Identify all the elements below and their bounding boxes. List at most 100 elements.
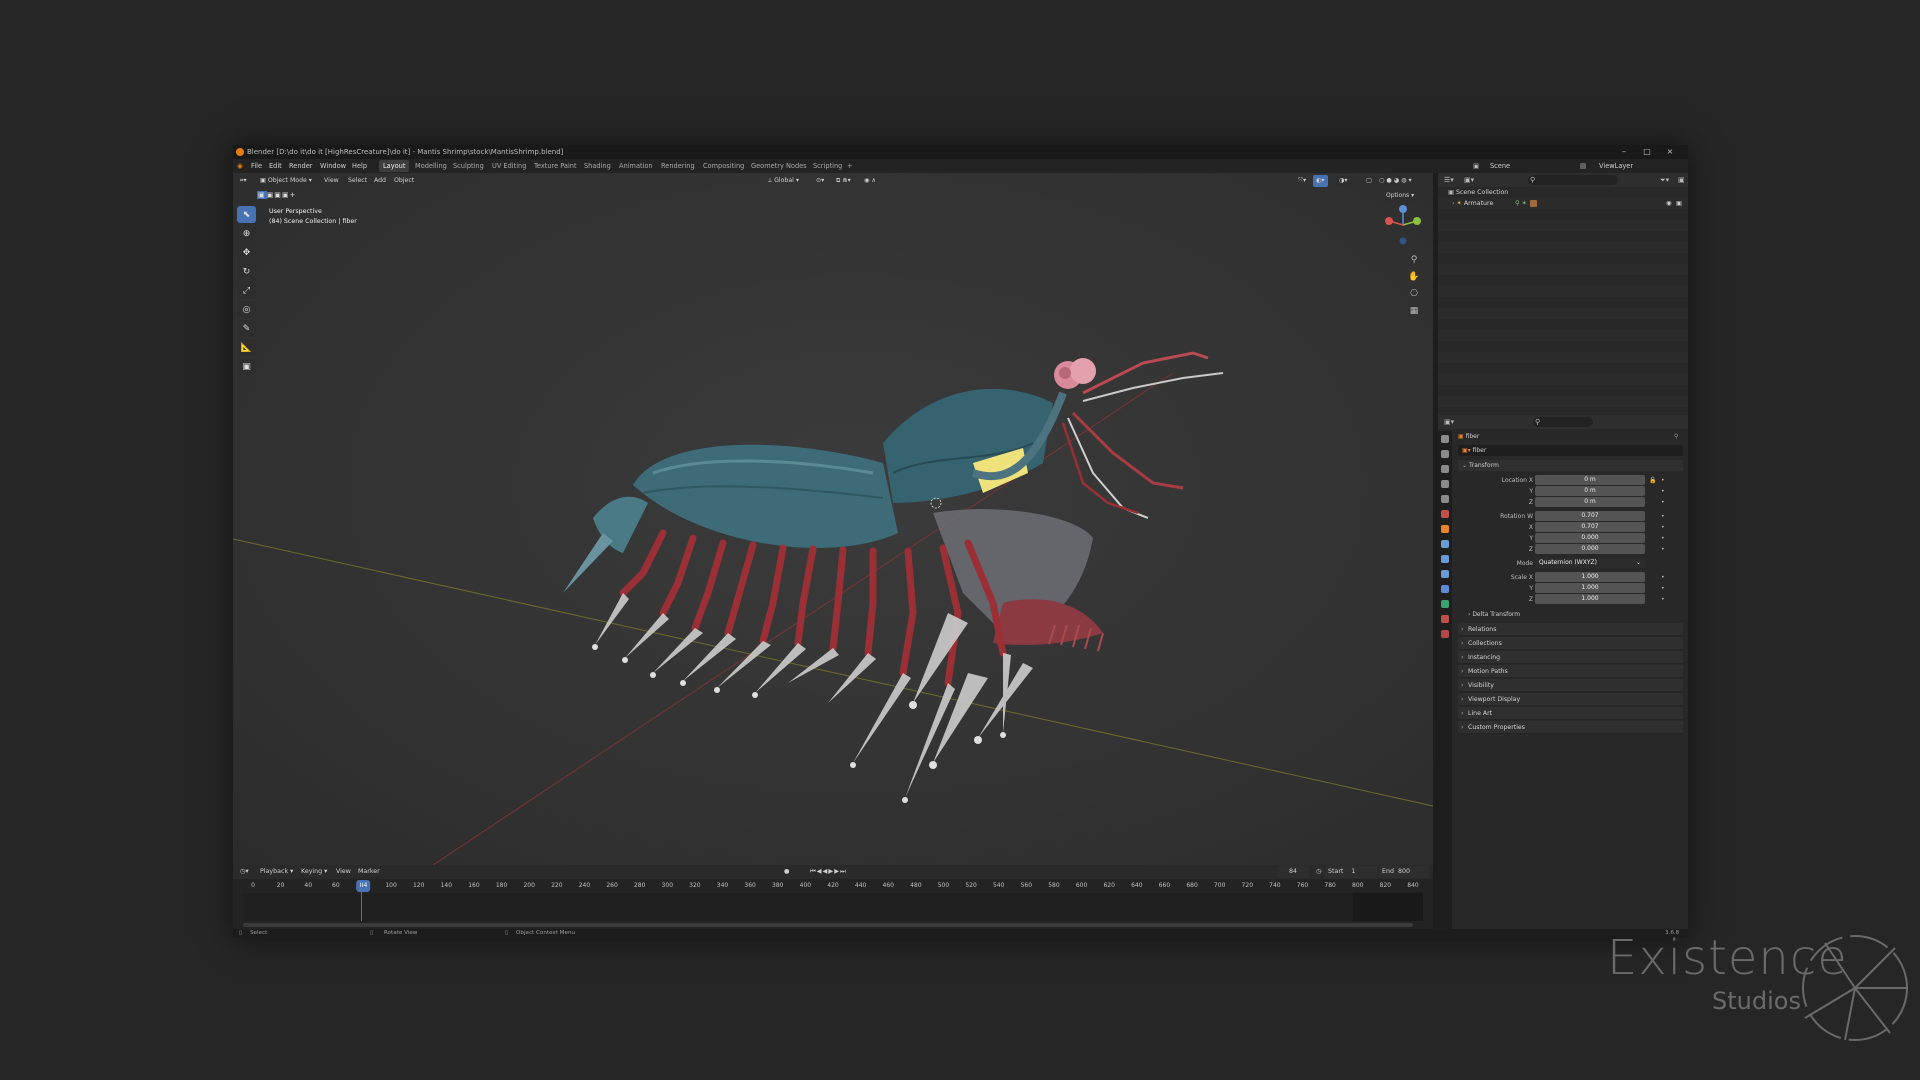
tab-animation[interactable]: Animation: [615, 160, 657, 172]
panel-line-art[interactable]: Line Art: [1458, 707, 1683, 720]
menu-keying[interactable]: Keying ▾: [298, 866, 330, 878]
lock-icon[interactable]: 🔓: [1649, 475, 1656, 484]
properties-search-input[interactable]: [1533, 417, 1593, 427]
render-tab-icon[interactable]: [1441, 450, 1449, 458]
close-button[interactable]: ×: [1661, 145, 1679, 159]
minimize-button[interactable]: –: [1615, 145, 1633, 159]
render-camera-icon[interactable]: ▣: [1676, 198, 1682, 209]
panel-motion-paths[interactable]: Motion Paths: [1458, 665, 1683, 678]
display-mode-icon[interactable]: ▣▾: [1464, 173, 1474, 187]
outliner[interactable]: ☰▾ ▣▾ ⚲ ⏷▾ ▣ ▣ Scene Collection › ✶ Arma…: [1438, 173, 1688, 430]
location-z-field[interactable]: 0 m: [1535, 497, 1645, 507]
keyframe-dot-icon[interactable]: •: [1661, 544, 1668, 553]
scale-z-field[interactable]: 1.000: [1535, 594, 1645, 604]
add-workspace-button[interactable]: +: [843, 160, 857, 172]
menu-file[interactable]: File: [251, 159, 262, 173]
outliner-search-input[interactable]: [1528, 175, 1618, 185]
tab-layout[interactable]: Layout: [379, 160, 410, 172]
new-collection-icon[interactable]: ▣: [1678, 173, 1685, 187]
pin-icon[interactable]: ⚲: [1674, 431, 1678, 442]
view-layer-tab-icon[interactable]: [1441, 480, 1449, 488]
panel-viewport-display[interactable]: Viewport Display: [1458, 693, 1683, 706]
rotation-x-field[interactable]: 0.707: [1535, 522, 1645, 532]
maximize-button[interactable]: □: [1638, 145, 1656, 159]
physics-tab-icon[interactable]: [1441, 570, 1449, 578]
3d-viewport[interactable]: ⌗▾ ▣ Object Mode ▾ View Select Add Objec…: [233, 173, 1433, 865]
menu-edit[interactable]: Edit: [269, 159, 282, 173]
tab-texture-paint[interactable]: Texture Paint: [530, 160, 581, 172]
tab-shading[interactable]: Shading: [580, 160, 615, 172]
tab-sculpting[interactable]: Sculpting: [449, 160, 488, 172]
scene-selector[interactable]: Scene: [1490, 159, 1510, 173]
data-tab-icon[interactable]: [1441, 600, 1449, 608]
keyframe-dot-icon[interactable]: •: [1661, 572, 1668, 581]
properties-editor[interactable]: ▣▾ ⚲ ▣ fiber ⚲ ▣▾ fiber ⌄ Transform Loca…: [1438, 415, 1688, 929]
tab-rendering[interactable]: Rendering: [657, 160, 699, 172]
particles-tab-icon[interactable]: [1441, 555, 1449, 563]
timeline-editor-icon[interactable]: ◷▾: [237, 866, 252, 878]
object-name-field[interactable]: ▣▾ fiber: [1458, 445, 1683, 456]
timeline-scrollbar[interactable]: [243, 923, 1413, 927]
panel-collections[interactable]: Collections: [1458, 637, 1683, 650]
panel-instancing[interactable]: Instancing: [1458, 651, 1683, 664]
menu-window[interactable]: Window: [320, 159, 346, 173]
menu-timeline-view[interactable]: View: [333, 866, 354, 878]
menu-marker[interactable]: Marker: [355, 866, 383, 878]
keyframe-dot-icon[interactable]: •: [1661, 533, 1668, 542]
keyframe-dot-icon[interactable]: •: [1661, 522, 1668, 531]
playhead-line[interactable]: [361, 881, 362, 921]
stopwatch-icon[interactable]: ◷: [1313, 866, 1325, 878]
panel-relations[interactable]: Relations: [1458, 623, 1683, 636]
keyframe-dot-icon[interactable]: •: [1661, 583, 1668, 592]
keyframe-dot-icon[interactable]: •: [1661, 594, 1668, 603]
frame-ruler[interactable]: 0 20 40 60 84 100 120 140 160 180 200 220 240 260 280 3…: [243, 880, 1423, 892]
constraints-tab-icon[interactable]: [1441, 585, 1449, 593]
keyframe-dot-icon[interactable]: •: [1661, 475, 1668, 484]
object-tab-icon[interactable]: [1441, 525, 1449, 533]
scene-tab-icon[interactable]: [1441, 495, 1449, 503]
scale-x-field[interactable]: 1.000: [1535, 572, 1645, 582]
rotation-mode-dropdown[interactable]: Quaternion (WXYZ) ⌄: [1535, 558, 1645, 568]
keyframe-dot-icon[interactable]: •: [1661, 497, 1668, 506]
visibility-eye-icon[interactable]: ◉: [1666, 198, 1672, 209]
menu-playback[interactable]: Playback ▾: [257, 866, 296, 878]
texture-tab-icon[interactable]: [1441, 630, 1449, 638]
outliner-editor-icon[interactable]: ☰▾: [1444, 173, 1454, 187]
outliner-row-armature[interactable]: › ✶ Armature ⚲ ✶ ✶ ◉ ▣: [1438, 198, 1688, 209]
location-y-field[interactable]: 0 m: [1535, 486, 1645, 496]
delta-transform-subpanel[interactable]: › Delta Transform: [1458, 609, 1683, 620]
modifier-tab-icon[interactable]: [1441, 540, 1449, 548]
menu-help[interactable]: Help: [352, 159, 367, 173]
output-tab-icon[interactable]: [1441, 465, 1449, 473]
playback-controls[interactable]: ⏮◀◀▶▶⏭: [807, 866, 850, 878]
panel-custom-properties[interactable]: Custom Properties: [1458, 721, 1683, 734]
keyframe-dot-icon[interactable]: •: [1661, 486, 1668, 495]
rotation-y-field[interactable]: 0.000: [1535, 533, 1645, 543]
current-frame-field[interactable]: 84: [1277, 866, 1309, 878]
start-frame-field[interactable]: Start 1: [1325, 866, 1377, 878]
tab-uv-editing[interactable]: UV Editing: [488, 160, 530, 172]
end-frame-field[interactable]: End 800: [1379, 866, 1429, 878]
blender-menu-icon[interactable]: ◉: [237, 159, 243, 173]
tab-scripting[interactable]: Scripting: [809, 160, 846, 172]
tab-modelling[interactable]: Modelling: [411, 160, 451, 172]
rotation-w-field[interactable]: 0.707: [1535, 511, 1645, 521]
keyframe-dot-icon[interactable]: •: [1661, 511, 1668, 520]
scale-y-field[interactable]: 1.000: [1535, 583, 1645, 593]
location-x-field[interactable]: 0 m: [1535, 475, 1645, 485]
view-layer-selector[interactable]: ViewLayer: [1599, 159, 1633, 173]
menu-render[interactable]: Render: [289, 159, 312, 173]
tab-geometry-nodes[interactable]: Geometry Nodes: [747, 160, 811, 172]
transform-panel-header[interactable]: ⌄ Transform: [1458, 460, 1683, 471]
material-tab-icon[interactable]: [1441, 615, 1449, 623]
world-tab-icon[interactable]: [1441, 510, 1449, 518]
tool-tab-icon[interactable]: [1441, 435, 1449, 443]
panel-visibility[interactable]: Visibility: [1458, 679, 1683, 692]
timeline-editor[interactable]: ◷▾ Playback ▾ Keying ▾ View Marker ● ⏮◀◀…: [233, 865, 1433, 929]
record-icon[interactable]: ●: [781, 866, 793, 878]
keyframe-area[interactable]: [243, 893, 1423, 921]
tab-compositing[interactable]: Compositing: [699, 160, 748, 172]
outliner-row-scene-collection[interactable]: ▣ Scene Collection: [1438, 187, 1688, 198]
properties-editor-icon[interactable]: ▣▾: [1444, 415, 1454, 429]
filter-icon[interactable]: ⏷▾: [1660, 173, 1669, 187]
